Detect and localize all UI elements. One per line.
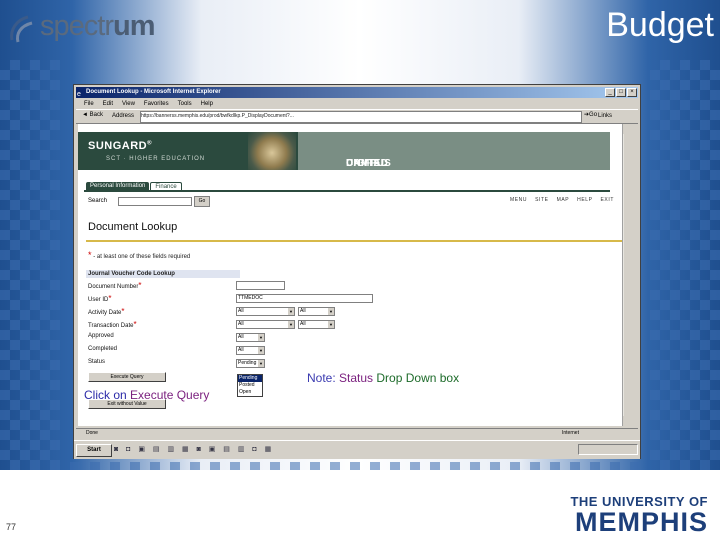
status-label: Status [88, 359, 106, 365]
chevron-down-icon: ▼ [328, 308, 334, 315]
page-title: Document Lookup [88, 221, 178, 233]
system-tray [578, 444, 638, 455]
activity-date-label: Activity Date* [88, 307, 125, 316]
required-star-icon: * [88, 250, 92, 260]
chevron-down-icon: ▼ [328, 321, 334, 328]
slide-title: Budget [606, 6, 714, 44]
chevron-down-icon: ▼ [258, 347, 264, 354]
scroll-up-arrow-icon[interactable]: ▲ [623, 124, 624, 134]
checker-pattern-left [0, 60, 60, 470]
back-button[interactable]: ◄ Back [82, 112, 103, 118]
chevron-down-icon: ▼ [258, 334, 264, 341]
menu-tools[interactable]: Tools [178, 99, 192, 109]
tab-divider [84, 190, 610, 192]
title-divider [86, 240, 622, 242]
approved-label: Approved [88, 333, 114, 339]
sungard-logo: SUNGARD® [88, 140, 153, 152]
top-links[interactable]: MENU SITE MAP HELP EXIT [510, 197, 614, 203]
window-titlebar: e Document Lookup - Microsoft Internet E… [76, 87, 638, 98]
browser-window: e Document Lookup - Microsoft Internet E… [73, 84, 641, 459]
chevron-down-icon: ▼ [288, 321, 294, 328]
activity-date-to-select[interactable]: All ▼ [298, 307, 335, 316]
address-input[interactable]: https://bannerss.memphis.edu/prod/bwfkdl… [140, 111, 582, 123]
vertical-scrollbar[interactable]: ▲ ▼ [622, 124, 624, 426]
menu-view[interactable]: View [122, 99, 135, 109]
slide-number: 77 [6, 522, 17, 532]
address-toolbar: ◄ Back Address https://bannerss.memphis.… [76, 109, 638, 124]
links-button[interactable]: Links [598, 113, 612, 119]
maximize-button[interactable]: □ [616, 88, 626, 97]
status-option-pending[interactable]: Pending [238, 375, 262, 382]
activity-date-from-select[interactable]: All ▼ [236, 307, 295, 316]
transaction-date-from-select[interactable]: All ▼ [236, 320, 295, 329]
close-button[interactable]: × [627, 88, 637, 97]
start-button[interactable]: Start [76, 444, 112, 457]
globe-image [248, 132, 296, 170]
university-of-memphis-logo: THE UNIVERSITY OF MEMPHIS [570, 494, 708, 537]
document-number-input[interactable] [236, 281, 285, 290]
minimize-button[interactable]: _ [605, 88, 615, 97]
spectrum-logo: spectrum [8, 10, 155, 46]
status-done: Done [86, 430, 98, 436]
quick-launch-icons[interactable]: ◙ ◘ ▣ ▤ ▥ ▦ ◙ ▣ ▤ ▥ ◘ ▦ [114, 445, 274, 453]
search-go-button[interactable]: Go [194, 196, 210, 207]
menu-favorites[interactable]: Favorites [144, 99, 169, 109]
status-zone: Internet [562, 430, 579, 436]
window-title: Document Lookup - Microsoft Internet Exp… [86, 89, 221, 95]
status-dropdown-list: Pending Posted Open [237, 374, 263, 397]
menu-edit[interactable]: Edit [103, 99, 113, 109]
status-option-open[interactable]: Open [238, 389, 262, 396]
search-input[interactable] [118, 197, 192, 206]
user-id-label: User ID* [88, 294, 112, 303]
scroll-down-arrow-icon[interactable]: ▼ [623, 416, 624, 426]
transaction-date-to-select[interactable]: All ▼ [298, 320, 335, 329]
chevron-down-icon: ▼ [288, 308, 294, 315]
menu-bar: File Edit View Favorites Tools Help [76, 99, 638, 109]
execute-query-button[interactable]: Execute Query [88, 372, 166, 382]
sungard-banner: SUNGARD® SCT · HIGHER EDUCATION UNIFIED D… [78, 132, 610, 170]
spectrum-swirl-icon [10, 15, 33, 43]
address-label: Address [112, 113, 135, 119]
user-id-input[interactable]: TTMEDOC [236, 294, 373, 303]
callout-status-note: Note: Status Drop Down box [307, 371, 460, 385]
menu-help[interactable]: Help [201, 99, 213, 109]
approved-select[interactable]: All ▼ [236, 333, 265, 342]
search-label: Search [88, 198, 108, 204]
document-number-label: Document Number* [88, 281, 142, 290]
sungard-subtitle: SCT · HIGHER EDUCATION [106, 156, 206, 162]
status-select[interactable]: Pending ▼ [236, 359, 265, 368]
spectrum-wordmark: spectrum [40, 10, 155, 42]
completed-label: Completed [88, 346, 118, 352]
go-button[interactable]: ➔Go [584, 111, 597, 118]
callout-click-execute: Click on Execute Query [84, 388, 210, 402]
menu-file[interactable]: File [84, 99, 94, 109]
status-option-posted[interactable]: Posted [238, 382, 262, 389]
udc-banner: UNIFIED DIGITAL CAMPUS [298, 132, 610, 170]
checker-pattern-right [650, 60, 720, 470]
required-note: * - at least one of these fields require… [88, 250, 191, 260]
status-bar: Done Internet [76, 428, 638, 438]
transaction-date-label: Transaction Date* [88, 320, 137, 329]
chevron-down-icon: ▼ [258, 360, 264, 367]
section-header: Journal Voucher Code Lookup [86, 270, 240, 278]
windows-taskbar: Start ◙ ◘ ▣ ▤ ▥ ▦ ◙ ▣ ▤ ▥ ◘ ▦ [74, 440, 640, 459]
completed-select[interactable]: All ▼ [236, 346, 265, 355]
